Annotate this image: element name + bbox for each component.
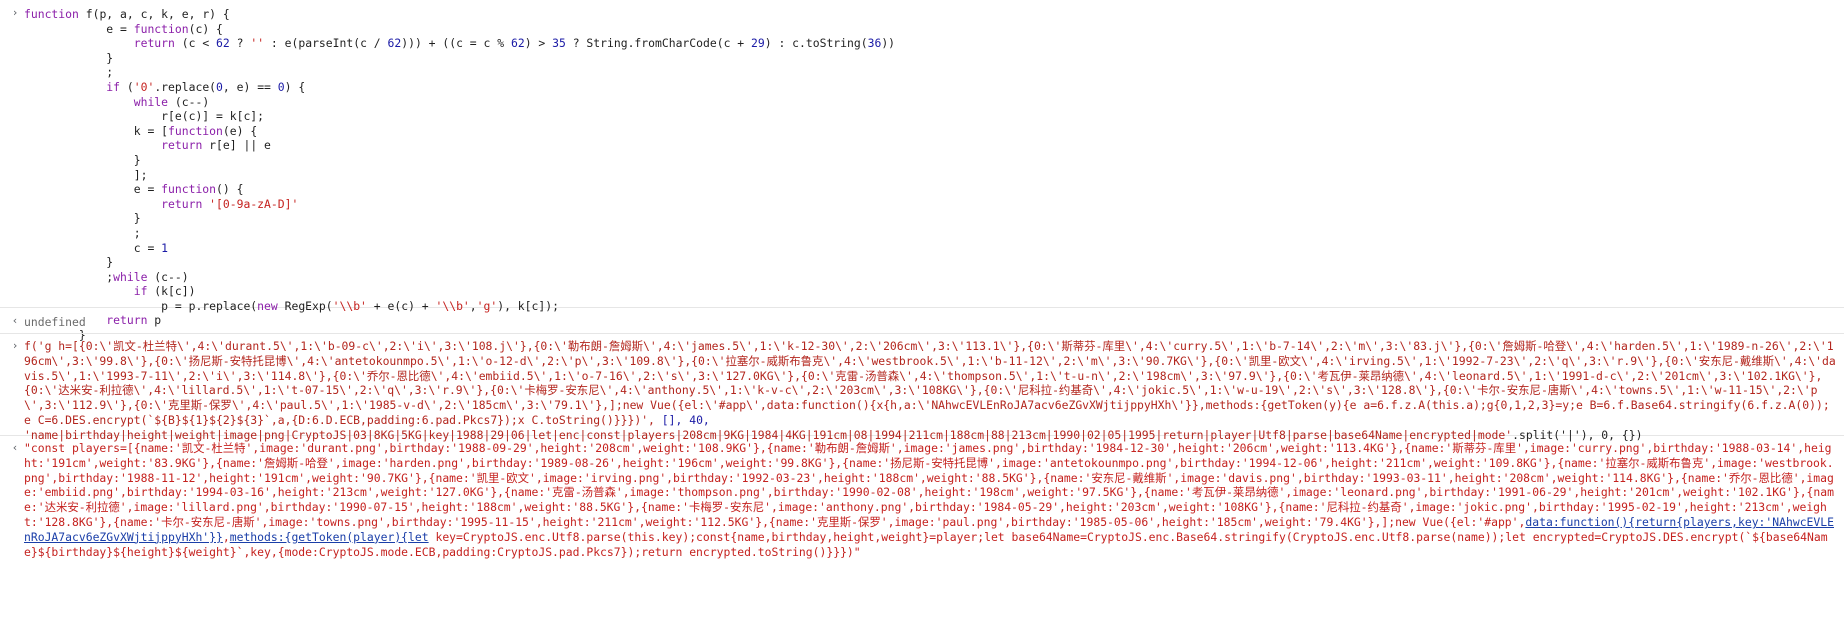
console-entry-input[interactable]: › f('g h=[{0:\'凯文-杜兰特\',4:\'durant.5\',1…	[0, 334, 1844, 442]
code-line: }	[24, 255, 114, 270]
function-source-code: function f(p, a, c, k, e, r) { e = funct…	[0, 7, 1844, 343]
code-line: ;	[24, 65, 114, 80]
code-line: k = [function(e) {	[24, 123, 258, 138]
methods-link[interactable]: methods:{getToken(player){let	[230, 530, 429, 544]
devtools-console: › function f(p, a, c, k, e, r) { e = fun…	[0, 0, 1844, 624]
code-line: }	[24, 211, 141, 226]
code-line: return '[0-9a-zA-D]'	[161, 196, 299, 211]
code-line: if (k[c])	[133, 284, 196, 299]
separator-comma: ,	[222, 529, 230, 544]
chevron-right-icon: ›	[11, 339, 19, 352]
code-line: c = 1	[24, 240, 169, 255]
chevron-left-icon: ‹	[11, 314, 19, 327]
code-line: return r[e] || e	[161, 138, 271, 153]
code-line: e = function(c) {	[24, 21, 223, 36]
code-line: while (c--)	[133, 94, 210, 109]
console-entry-result: ‹ "const players=[{name:'凯文-杜兰特',image:'…	[0, 436, 1844, 559]
console-entry-input[interactable]: › function f(p, a, c, k, e, r) { e = fun…	[0, 0, 1844, 342]
chevron-right-icon: ›	[11, 6, 19, 19]
code-line: }	[24, 50, 114, 65]
code-line: ;while (c--)	[24, 269, 189, 284]
code-line: e = function() {	[24, 182, 244, 197]
code-line: r[e(c)] = k[c];	[24, 109, 265, 124]
code-line: ];	[24, 167, 148, 182]
chevron-left-icon: ‹	[11, 441, 19, 454]
code-line: ;	[24, 225, 141, 240]
packed-code-string: f('g h=[{0:\'凯文-杜兰特\',4:\'durant.5\',1:\…	[24, 339, 1836, 427]
code-line: }	[24, 152, 141, 167]
code-line: if ('0'.replace(0, e) == 0) {	[106, 79, 306, 94]
code-line: function f(p, a, c, k, e, r) {	[24, 7, 230, 21]
console-entry-result: ‹ undefined	[0, 308, 1844, 334]
call-args: [], 40,	[654, 412, 710, 427]
packed-call-code: f('g h=[{0:\'凯文-杜兰特\',4:\'durant.5\',1:\…	[0, 339, 1844, 443]
code-line: return (c < 62 ? '' : e(parseInt(c / 62)…	[133, 36, 896, 51]
unpacked-source-string[interactable]: "const players=[{name:'凯文-杜兰特',image:'du…	[0, 441, 1844, 559]
